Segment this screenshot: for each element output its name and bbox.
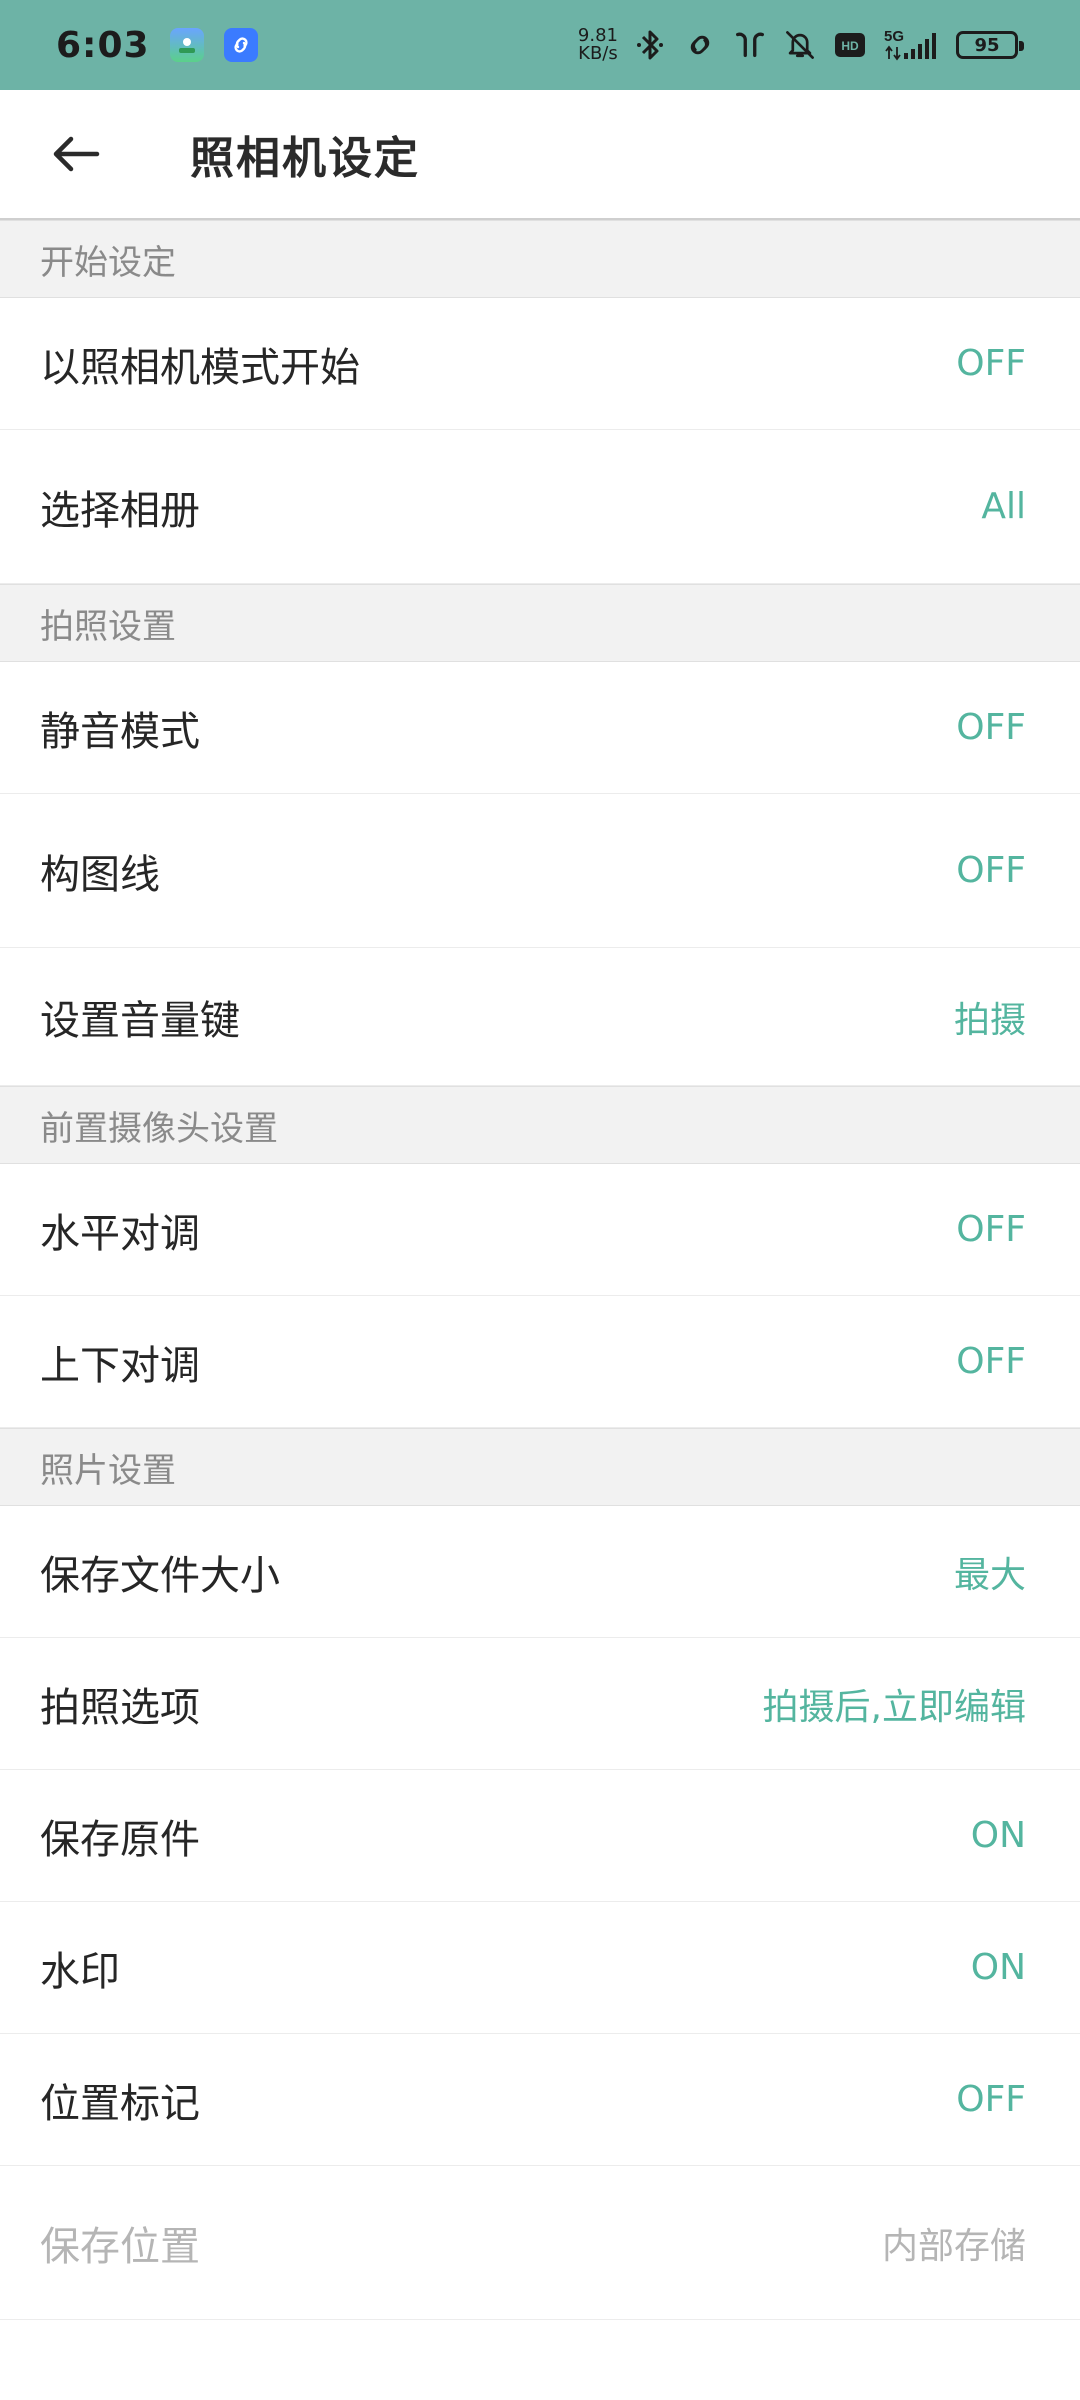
link-notification-icon xyxy=(223,28,258,62)
setting-label: 静音模式 xyxy=(40,708,200,755)
setting-label: 构图线 xyxy=(40,851,160,898)
hd-label: HD xyxy=(841,39,859,53)
setting-label: 拍照选项 xyxy=(40,1684,200,1731)
setting-save-location: 保存位置 内部存储 xyxy=(0,2166,1080,2320)
back-arrow-icon xyxy=(53,136,100,172)
setting-value: OFF xyxy=(956,343,1026,384)
setting-label: 水印 xyxy=(40,1948,120,1995)
hotspot-link-icon xyxy=(682,27,718,63)
setting-save-file-size[interactable]: 保存文件大小 最大 xyxy=(0,1506,1080,1638)
status-time: 6:03 xyxy=(56,24,150,66)
setting-value: 最大 xyxy=(953,1554,1026,1596)
setting-value: OFF xyxy=(956,1209,1026,1250)
setting-label: 保存位置 xyxy=(40,2223,200,2270)
setting-value: OFF xyxy=(956,707,1026,748)
setting-label: 设置音量键 xyxy=(40,997,240,1044)
setting-horizontal-flip[interactable]: 水平对调 OFF xyxy=(0,1164,1080,1296)
setting-value: ON xyxy=(970,1815,1026,1856)
setting-photo-options[interactable]: 拍照选项 拍摄后,立即编辑 xyxy=(0,1638,1080,1770)
hd-icon: HD xyxy=(832,27,868,63)
setting-label: 以照相机模式开始 xyxy=(40,344,360,391)
section-header-start: 开始设定 xyxy=(0,220,1080,298)
setting-label: 保存文件大小 xyxy=(40,1552,280,1599)
setting-value: OFF xyxy=(956,2079,1026,2120)
signal-5g-icon: 5G xyxy=(882,27,942,63)
setting-value: 拍摄 xyxy=(953,999,1026,1041)
setting-label: 上下对调 xyxy=(40,1342,200,1389)
settings-list: 开始设定 以照相机模式开始 OFF 选择相册 All 拍照设置 静音模式 OFF… xyxy=(0,220,1080,2320)
setting-label: 水平对调 xyxy=(40,1210,200,1257)
setting-value: OFF xyxy=(956,850,1026,891)
section-header-shooting: 拍照设置 xyxy=(0,584,1080,662)
setting-value: 内部存储 xyxy=(881,2225,1026,2267)
setting-save-original[interactable]: 保存原件 ON xyxy=(0,1770,1080,1902)
section-header-front-camera: 前置摄像头设置 xyxy=(0,1086,1080,1164)
setting-start-in-camera-mode[interactable]: 以照相机模式开始 OFF xyxy=(0,298,1080,430)
setting-label: 选择相册 xyxy=(40,487,200,534)
network-type: 5G xyxy=(884,28,904,45)
setting-value: 拍摄后,立即编辑 xyxy=(762,1686,1026,1728)
status-bar: 6:03 9.81 KB/s HD 5G 95 xyxy=(0,0,1080,90)
battery-icon: 95 xyxy=(956,31,1024,59)
earbuds-icon xyxy=(732,27,768,63)
setting-volume-key[interactable]: 设置音量键 拍摄 xyxy=(0,948,1080,1086)
app-header: 照相机设定 xyxy=(0,90,1080,220)
status-left: 6:03 xyxy=(56,25,258,66)
status-right: 9.81 KB/s HD 5G 95 xyxy=(578,27,1024,63)
setting-silent-mode[interactable]: 静音模式 OFF xyxy=(0,662,1080,794)
setting-value: ON xyxy=(970,1947,1026,1988)
net-speed-unit: KB/s xyxy=(578,43,618,64)
back-button[interactable] xyxy=(32,110,120,198)
setting-grid-lines[interactable]: 构图线 OFF xyxy=(0,794,1080,948)
gallery-notification-icon xyxy=(169,28,204,62)
section-header-photo: 照片设置 xyxy=(0,1428,1080,1506)
setting-value: All xyxy=(981,486,1026,527)
setting-label: 保存原件 xyxy=(40,1816,200,1863)
page-title: 照相机设定 xyxy=(190,133,420,184)
muted-bell-icon xyxy=(782,27,818,63)
setting-watermark[interactable]: 水印 ON xyxy=(0,1902,1080,2034)
setting-label: 位置标记 xyxy=(40,2080,200,2127)
setting-value: OFF xyxy=(956,1341,1026,1382)
network-speed: 9.81 KB/s xyxy=(578,27,618,63)
setting-vertical-flip[interactable]: 上下对调 OFF xyxy=(0,1296,1080,1428)
bluetooth-icon xyxy=(632,27,668,63)
setting-location-tag[interactable]: 位置标记 OFF xyxy=(0,2034,1080,2166)
setting-select-album[interactable]: 选择相册 All xyxy=(0,430,1080,584)
